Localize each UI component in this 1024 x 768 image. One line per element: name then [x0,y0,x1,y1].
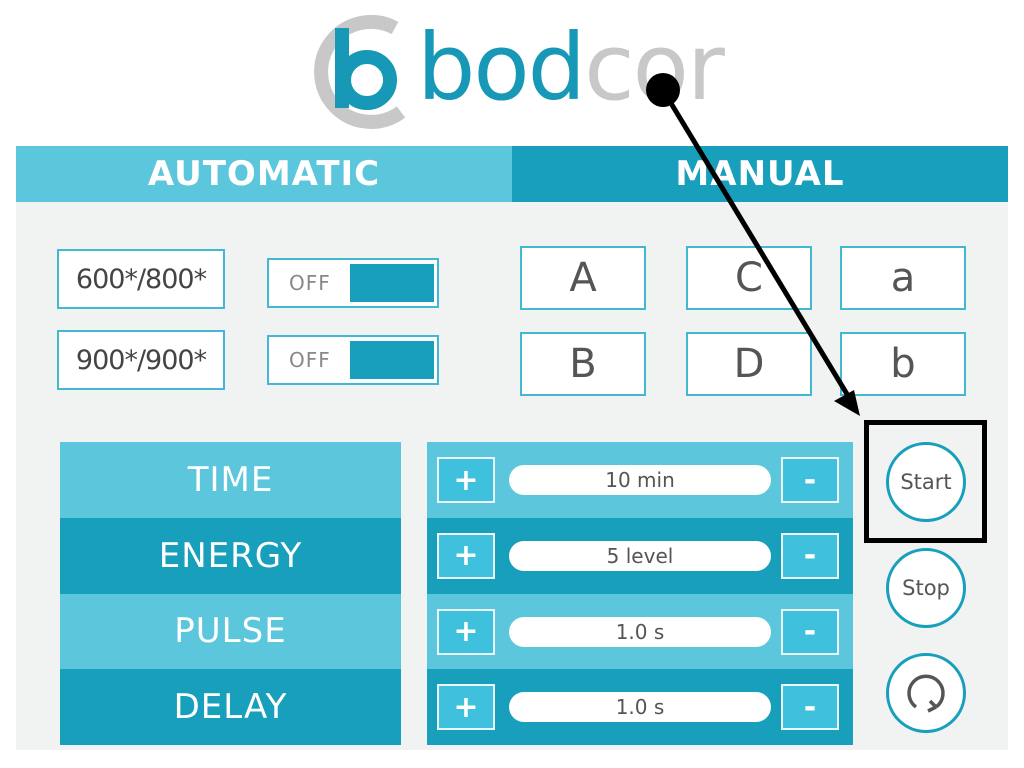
label-time: TIME [60,442,401,518]
mode-tabs: AUTOMATIC MANUAL [16,146,1008,202]
pulse-minus-button[interactable]: - [781,608,839,655]
time-control-row: + 10 min - [427,442,853,518]
preset-value-1: 600*/800* [57,249,225,309]
label-pulse: PULSE [60,593,401,670]
toggle-off-label: OFF [289,348,331,372]
toggle-knob [350,341,434,379]
pulse-plus-button[interactable]: + [437,608,495,655]
toggle-knob [350,264,434,302]
tab-manual[interactable]: MANUAL [512,146,1008,202]
parameter-controls: + 10 min - + 5 level - + 1.0 s - + 1.0 s… [427,442,853,745]
toggle-off-label: OFF [289,271,331,295]
preset-value-2: 900*/900* [57,330,225,390]
reset-button[interactable] [886,653,966,733]
logo-wordmark-part1: bod [417,14,586,121]
bodcor-logo: bodcor [305,14,725,134]
energy-plus-button[interactable]: + [437,532,495,579]
logo-mark-icon [314,14,406,129]
parameter-labels: TIME ENERGY PULSE DELAY [60,442,401,745]
pulse-value-display: 1.0 s [509,616,771,647]
time-minus-button[interactable]: - [781,457,839,503]
letter-button-a-upper[interactable]: A [520,246,646,310]
energy-minus-button[interactable]: - [781,532,839,579]
energy-value-display: 5 level [509,540,771,571]
label-energy: ENERGY [60,517,401,594]
pulse-control-row: + 1.0 s - [427,593,853,670]
time-plus-button[interactable]: + [437,457,495,503]
time-value-display: 10 min [509,465,771,495]
refresh-icon [907,674,945,713]
delay-plus-button[interactable]: + [437,684,495,731]
letter-button-d-upper[interactable]: D [686,332,812,396]
letter-button-b-upper[interactable]: B [520,332,646,396]
letter-button-a-lower[interactable]: a [840,246,966,310]
energy-control-row: + 5 level - [427,517,853,594]
delay-control-row: + 1.0 s - [427,669,853,745]
logo-wordmark: bodcor [417,22,725,114]
delay-value-display: 1.0 s [509,692,771,723]
preset-toggle-1[interactable]: OFF [267,258,439,308]
start-highlight-box [864,420,987,543]
preset-toggle-2[interactable]: OFF [267,335,439,385]
letter-button-c-upper[interactable]: C [686,246,812,310]
stop-button[interactable]: Stop [886,548,966,628]
tab-automatic[interactable]: AUTOMATIC [16,146,512,202]
letter-button-b-lower[interactable]: b [840,332,966,396]
logo-wordmark-part2: cor [584,14,725,121]
delay-minus-button[interactable]: - [781,684,839,731]
label-delay: DELAY [60,669,401,745]
